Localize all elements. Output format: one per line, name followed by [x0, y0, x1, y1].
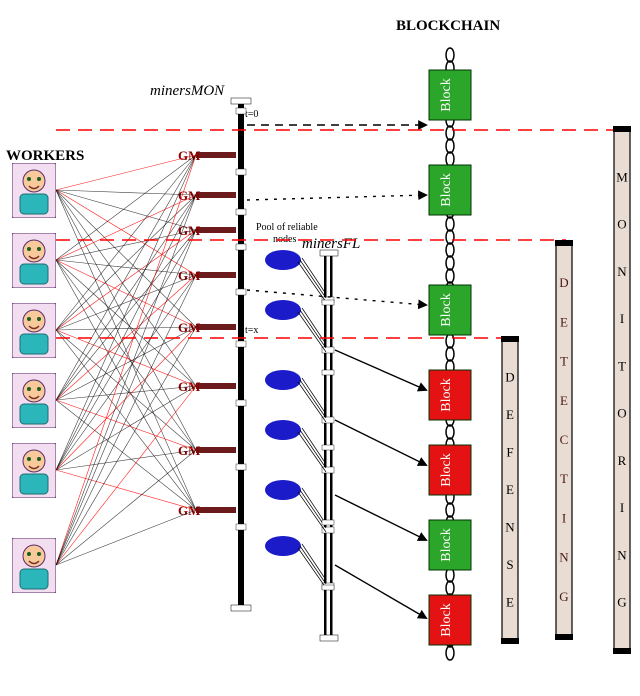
svg-text:E: E — [506, 482, 514, 497]
svg-text:N: N — [559, 550, 569, 565]
svg-text:D: D — [505, 370, 514, 385]
blockchain-blocks: Block Block Block Block Block Block Block — [429, 70, 471, 645]
defense-panel: D E F E N S E — [501, 336, 519, 644]
worker-icon — [12, 233, 56, 288]
svg-text:Block: Block — [439, 453, 454, 486]
tx-label: t=x — [245, 325, 258, 336]
svg-text:T: T — [560, 471, 568, 486]
svg-text:E: E — [506, 595, 514, 610]
svg-text:GM: GM — [178, 223, 200, 238]
svg-text:O: O — [617, 406, 626, 421]
workers-title: WORKERS — [6, 148, 84, 164]
minersfl-label: minersFL — [302, 236, 360, 252]
phase-separators — [56, 130, 627, 338]
detecting-panel: D E T E C T I N G — [555, 240, 573, 640]
worker-column — [12, 163, 56, 593]
svg-text:N: N — [617, 264, 627, 279]
svg-text:I: I — [562, 510, 566, 525]
block-4: Block — [429, 370, 471, 420]
pool-label-line1: Pool of reliable — [256, 222, 318, 233]
worker-icon — [12, 303, 56, 358]
block-6: Block — [429, 520, 471, 570]
phase-panels: M O N I T O R I N G D E T E C T I N G D E F E N S E — [501, 126, 631, 654]
worker-icon — [12, 538, 56, 593]
worker-icon — [12, 373, 56, 428]
monitoring-panel: M O N I T O R I N G — [613, 126, 631, 654]
svg-text:Block: Block — [439, 528, 454, 561]
svg-text:M: M — [616, 169, 628, 184]
reliable-pool — [265, 250, 334, 590]
svg-text:I: I — [620, 500, 624, 515]
worker-gm-lines — [56, 155, 196, 565]
svg-text:Block: Block — [439, 78, 454, 111]
svg-text:GM: GM — [178, 188, 200, 203]
svg-text:S: S — [506, 557, 513, 572]
svg-text:N: N — [617, 547, 627, 562]
block-1: Block — [429, 70, 471, 120]
worker-icon — [12, 163, 56, 218]
svg-text:E: E — [506, 407, 514, 422]
t0-label: t=0 — [245, 109, 258, 120]
svg-text:G: G — [559, 589, 568, 604]
block-3: Block — [429, 285, 471, 335]
minersmon-label: minersMON — [150, 83, 225, 99]
diagram-root: BLOCKCHAIN WORKERS minersMON minersFL Po… — [0, 0, 640, 696]
svg-text:T: T — [618, 358, 626, 373]
worker-icon — [12, 443, 56, 498]
svg-text:I: I — [620, 311, 624, 326]
svg-text:E: E — [560, 314, 568, 329]
block-5: Block — [429, 445, 471, 495]
svg-text:Block: Block — [439, 603, 454, 636]
svg-text:R: R — [618, 453, 627, 468]
svg-text:D: D — [559, 275, 568, 290]
blockchain-title: BLOCKCHAIN — [396, 18, 500, 34]
svg-text:F: F — [506, 445, 513, 460]
svg-text:O: O — [617, 217, 626, 232]
block-7: Block — [429, 595, 471, 645]
svg-text:Block: Block — [439, 293, 454, 326]
svg-text:GM: GM — [178, 148, 200, 163]
svg-text:G: G — [617, 595, 626, 610]
svg-text:T: T — [560, 354, 568, 369]
svg-text:E: E — [560, 393, 568, 408]
svg-text:Block: Block — [439, 378, 454, 411]
svg-text:C: C — [560, 432, 569, 447]
block-2: Block — [429, 165, 471, 215]
svg-text:N: N — [505, 520, 515, 535]
svg-text:Block: Block — [439, 173, 454, 206]
